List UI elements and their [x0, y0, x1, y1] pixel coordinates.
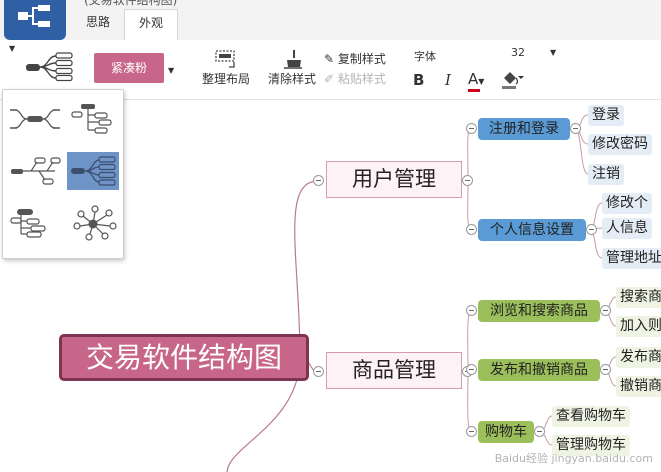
title-bar: (交易软件结构图) 思路 外观	[0, 0, 661, 40]
subtopic-shopping-cart[interactable]: 购物车	[478, 421, 534, 443]
structure-dropdown-menu	[2, 89, 124, 259]
theme-dropdown-arrow-icon[interactable]: ▼	[168, 66, 174, 75]
collapse-toggle-icon[interactable]	[586, 224, 597, 235]
font-color-button[interactable]: A▼	[468, 70, 484, 92]
leaf-login[interactable]: 登录	[588, 105, 624, 126]
tidy-layout-icon	[215, 50, 235, 68]
subtopic-publish-revoke[interactable]: 发布和撤销商品	[478, 359, 600, 381]
leaf-change-password[interactable]: 修改密码	[588, 134, 652, 155]
font-color-indicator	[468, 89, 480, 92]
leaf-logout[interactable]: 注销	[588, 164, 624, 185]
collapse-toggle-icon[interactable]	[466, 123, 477, 134]
paint-bucket-icon	[502, 72, 524, 89]
structure-button[interactable]	[24, 52, 76, 82]
subtopic-profile-settings[interactable]: 个人信息设置	[478, 219, 586, 241]
document-title: (交易软件结构图)	[84, 0, 178, 7]
structure-option-balanced[interactable]	[9, 100, 61, 138]
app-logo	[4, 0, 66, 40]
tab-outline[interactable]: 思路	[74, 9, 122, 40]
subtopic-register-login[interactable]: 注册和登录	[478, 118, 570, 140]
structure-option-fishbone[interactable]	[9, 152, 61, 190]
leaf-view-cart[interactable]: 查看购物车	[552, 406, 630, 427]
structure-bubble-icon	[73, 205, 117, 241]
structure-option-bubble[interactable]	[67, 204, 119, 242]
font-family-select[interactable]: 字体	[414, 48, 436, 64]
brush-icon	[284, 50, 302, 69]
font-size-select[interactable]: 32	[511, 46, 525, 59]
clear-style-button[interactable]: 清除样式	[264, 48, 320, 87]
paste-style-button: ✐ 粘贴样式	[324, 70, 386, 87]
bold-button[interactable]: B	[413, 71, 424, 89]
collapse-toggle-icon[interactable]	[466, 364, 477, 375]
leaf-edit-profile-line1[interactable]: 修改个	[602, 193, 652, 214]
tidy-layout-label: 整理布局	[201, 72, 250, 86]
structure-fishbone-icon	[11, 157, 61, 185]
mindmap-logo-icon	[18, 5, 50, 27]
structure-map-icon	[26, 52, 73, 82]
copy-style-button[interactable]: ✎ 复制样式	[324, 50, 386, 67]
leaf-publish-product[interactable]: 发布商	[616, 347, 661, 368]
italic-button[interactable]: I	[445, 71, 451, 89]
leaf-add-product[interactable]: 加入则	[616, 316, 661, 337]
fill-color-button[interactable]	[500, 68, 524, 94]
collapse-toggle-icon[interactable]	[466, 224, 477, 235]
structure-option-org-right[interactable]	[67, 100, 119, 138]
watermark: Baidu经验 jingyan.baidu.com	[494, 452, 653, 465]
structure-option-right-map[interactable]	[67, 152, 119, 190]
collapse-toggle-icon[interactable]	[466, 305, 477, 316]
main-topic-user-management[interactable]: 用户管理	[326, 161, 462, 198]
collapse-toggle-icon[interactable]	[600, 305, 611, 316]
leaf-manage-address[interactable]: 管理地址	[602, 248, 661, 269]
paste-style-label: 粘贴样式	[337, 72, 386, 86]
collapse-toggle-icon[interactable]	[466, 426, 477, 437]
central-topic[interactable]: 交易软件结构图	[59, 334, 309, 381]
structure-dropdown-arrow-icon[interactable]: ▼	[9, 44, 15, 53]
paste-style-icon: ✐	[324, 72, 335, 86]
structure-org-icon	[71, 104, 112, 134]
leaf-revoke-product[interactable]: 撤销商	[616, 376, 661, 397]
structure-tree-icon	[10, 209, 46, 238]
font-color-label: A	[468, 70, 479, 88]
copy-style-icon: ✎	[324, 52, 335, 66]
collapse-toggle-icon[interactable]	[313, 175, 324, 186]
structure-right-map-icon	[71, 156, 116, 186]
tidy-layout-button[interactable]: 整理布局	[196, 48, 256, 87]
collapse-toggle-icon[interactable]	[570, 123, 581, 134]
tab-appearance[interactable]: 外观	[124, 9, 178, 40]
collapse-toggle-icon[interactable]	[313, 366, 324, 377]
font-color-dropdown-arrow-icon[interactable]: ▼	[478, 77, 484, 86]
clear-style-label: 清除样式	[267, 72, 316, 86]
structure-option-tree[interactable]	[9, 204, 61, 242]
structure-balanced-icon	[10, 109, 60, 129]
font-size-dropdown-arrow-icon[interactable]: ▼	[550, 48, 556, 57]
collapse-toggle-icon[interactable]	[534, 426, 545, 437]
collapse-toggle-icon[interactable]	[600, 364, 611, 375]
theme-button[interactable]: 紧凑粉	[94, 53, 164, 83]
copy-style-label: 复制样式	[337, 52, 386, 66]
main-topic-product-management[interactable]: 商品管理	[326, 352, 462, 389]
leaf-edit-profile-line2[interactable]: 人信息	[602, 218, 652, 239]
collapse-toggle-icon[interactable]	[462, 175, 473, 186]
leaf-search-product[interactable]: 搜索商	[616, 287, 661, 308]
subtopic-browse-search[interactable]: 浏览和搜索商品	[478, 300, 600, 322]
